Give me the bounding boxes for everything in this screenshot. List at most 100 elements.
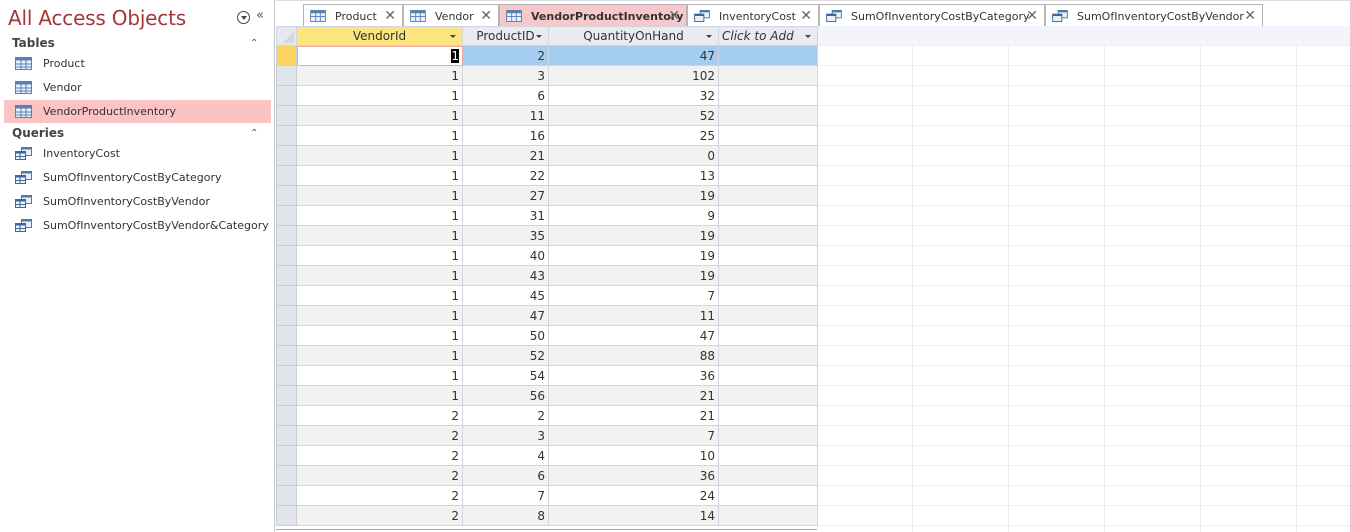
- cell-click-to-add[interactable]: [718, 425, 818, 446]
- cell-vendorid[interactable]: 1: [296, 45, 463, 66]
- record-selector[interactable]: [276, 205, 297, 226]
- sort-filter-dropdown-icon[interactable]: [450, 35, 456, 38]
- cell-quantityonhand[interactable]: 19: [548, 245, 719, 266]
- cell-click-to-add[interactable]: [718, 185, 818, 206]
- cell-productid[interactable]: 11: [462, 105, 549, 126]
- cell-productid[interactable]: 52: [462, 345, 549, 366]
- cell-click-to-add[interactable]: [718, 45, 818, 66]
- cell-vendorid[interactable]: 2: [296, 505, 463, 526]
- cell-click-to-add[interactable]: [718, 305, 818, 326]
- cell-productid[interactable]: 7: [462, 485, 549, 506]
- cell-click-to-add[interactable]: [718, 165, 818, 186]
- cell-productid[interactable]: 21: [462, 145, 549, 166]
- cell-quantityonhand[interactable]: 19: [548, 265, 719, 286]
- nav-item-vendorproductinventory[interactable]: VendorProductInventory: [4, 100, 271, 123]
- cell-quantityonhand[interactable]: 9: [548, 205, 719, 226]
- cell-productid[interactable]: 3: [462, 65, 549, 86]
- column-header-click-to-add[interactable]: Click to Add: [718, 26, 818, 46]
- record-selector[interactable]: [276, 485, 297, 506]
- cell-vendorid[interactable]: 1: [296, 225, 463, 246]
- sort-filter-dropdown-icon[interactable]: [536, 35, 542, 38]
- close-tab-icon[interactable]: ✕: [480, 8, 492, 24]
- cell-vendorid[interactable]: 1: [296, 345, 463, 366]
- cell-vendorid[interactable]: 2: [296, 445, 463, 466]
- record-selector[interactable]: [276, 445, 297, 466]
- queries-collapse-double-chevron-up-icon[interactable]: ⌃: [250, 128, 258, 139]
- tab-sumofinventorycostbycategory[interactable]: SumOfInventoryCostByCategory ✕: [819, 4, 1045, 27]
- cell-quantityonhand[interactable]: 52: [548, 105, 719, 126]
- cell-click-to-add[interactable]: [718, 405, 818, 426]
- cell-productid[interactable]: 50: [462, 325, 549, 346]
- close-tab-icon[interactable]: ✕: [384, 8, 396, 24]
- cell-quantityonhand[interactable]: 36: [548, 365, 719, 386]
- cell-quantityonhand[interactable]: 19: [548, 225, 719, 246]
- cell-quantityonhand[interactable]: 25: [548, 125, 719, 146]
- column-header-productid[interactable]: ProductID: [462, 26, 549, 46]
- cell-click-to-add[interactable]: [718, 385, 818, 406]
- nav-item-sumofinventorycostbycategory[interactable]: SumOfInventoryCostByCategory: [4, 166, 271, 189]
- cell-quantityonhand[interactable]: 7: [548, 425, 719, 446]
- record-selector[interactable]: [276, 105, 297, 126]
- cell-click-to-add[interactable]: [718, 325, 818, 346]
- cell-quantityonhand[interactable]: 19: [548, 185, 719, 206]
- cell-quantityonhand[interactable]: 36: [548, 465, 719, 486]
- cell-productid[interactable]: 8: [462, 505, 549, 526]
- cell-productid[interactable]: 4: [462, 445, 549, 466]
- cell-vendorid[interactable]: 1: [296, 305, 463, 326]
- cell-productid[interactable]: 40: [462, 245, 549, 266]
- tab-vendor[interactable]: Vendor ✕: [403, 4, 499, 27]
- cell-quantityonhand[interactable]: 0: [548, 145, 719, 166]
- cell-quantityonhand[interactable]: 11: [548, 305, 719, 326]
- record-selector[interactable]: [276, 125, 297, 146]
- cell-vendorid[interactable]: 2: [296, 405, 463, 426]
- cell-quantityonhand[interactable]: 13: [548, 165, 719, 186]
- record-selector[interactable]: [276, 265, 297, 286]
- close-tab-icon[interactable]: ✕: [1244, 8, 1256, 24]
- column-header-vendorid[interactable]: VendorId: [296, 26, 463, 46]
- record-selector[interactable]: [276, 185, 297, 206]
- cell-quantityonhand[interactable]: 24: [548, 485, 719, 506]
- nav-group-queries[interactable]: Queries: [12, 126, 64, 140]
- cell-quantityonhand[interactable]: 7: [548, 285, 719, 306]
- cell-vendorid[interactable]: 1: [296, 325, 463, 346]
- cell-click-to-add[interactable]: [718, 445, 818, 466]
- cell-vendorid[interactable]: 2: [296, 465, 463, 486]
- cell-quantityonhand[interactable]: 47: [548, 45, 719, 66]
- record-selector[interactable]: [276, 325, 297, 346]
- cell-click-to-add[interactable]: [718, 245, 818, 266]
- cell-quantityonhand[interactable]: 21: [548, 385, 719, 406]
- cell-click-to-add[interactable]: [718, 105, 818, 126]
- cell-productid[interactable]: 2: [462, 405, 549, 426]
- cell-productid[interactable]: 6: [462, 465, 549, 486]
- record-selector[interactable]: [276, 505, 297, 526]
- cell-vendorid[interactable]: 1: [296, 245, 463, 266]
- select-all-corner[interactable]: [276, 26, 297, 46]
- cell-click-to-add[interactable]: [718, 285, 818, 306]
- close-tab-icon[interactable]: ✕: [1026, 8, 1038, 24]
- record-selector[interactable]: [276, 85, 297, 106]
- record-selector[interactable]: [276, 245, 297, 266]
- cell-productid[interactable]: 22: [462, 165, 549, 186]
- tables-collapse-double-chevron-up-icon[interactable]: ⌃: [250, 38, 258, 49]
- cell-productid[interactable]: 3: [462, 425, 549, 446]
- cell-vendorid[interactable]: 1: [296, 365, 463, 386]
- cell-vendorid[interactable]: 1: [296, 265, 463, 286]
- tab-sumofinventorycostbyvendor[interactable]: SumOfInventoryCostByVendor ✕: [1045, 4, 1263, 27]
- nav-item-sumofinventorycostbyvendor-category[interactable]: SumOfInventoryCostByVendor&Category: [4, 214, 271, 237]
- record-selector[interactable]: [276, 225, 297, 246]
- nav-collapse-double-chevron-left-icon[interactable]: «: [256, 8, 264, 23]
- record-selector[interactable]: [276, 465, 297, 486]
- cell-vendorid[interactable]: 2: [296, 425, 463, 446]
- cell-vendorid[interactable]: 1: [296, 105, 463, 126]
- close-tab-icon[interactable]: ✕: [668, 8, 680, 24]
- cell-productid[interactable]: 16: [462, 125, 549, 146]
- cell-click-to-add[interactable]: [718, 85, 818, 106]
- cell-click-to-add[interactable]: [718, 485, 818, 506]
- record-selector[interactable]: [276, 405, 297, 426]
- cell-quantityonhand[interactable]: 21: [548, 405, 719, 426]
- cell-vendorid[interactable]: 2: [296, 485, 463, 506]
- cell-vendorid[interactable]: 1: [296, 85, 463, 106]
- cell-productid[interactable]: 2: [462, 45, 549, 66]
- sort-filter-dropdown-icon[interactable]: [706, 35, 712, 38]
- record-selector[interactable]: [276, 345, 297, 366]
